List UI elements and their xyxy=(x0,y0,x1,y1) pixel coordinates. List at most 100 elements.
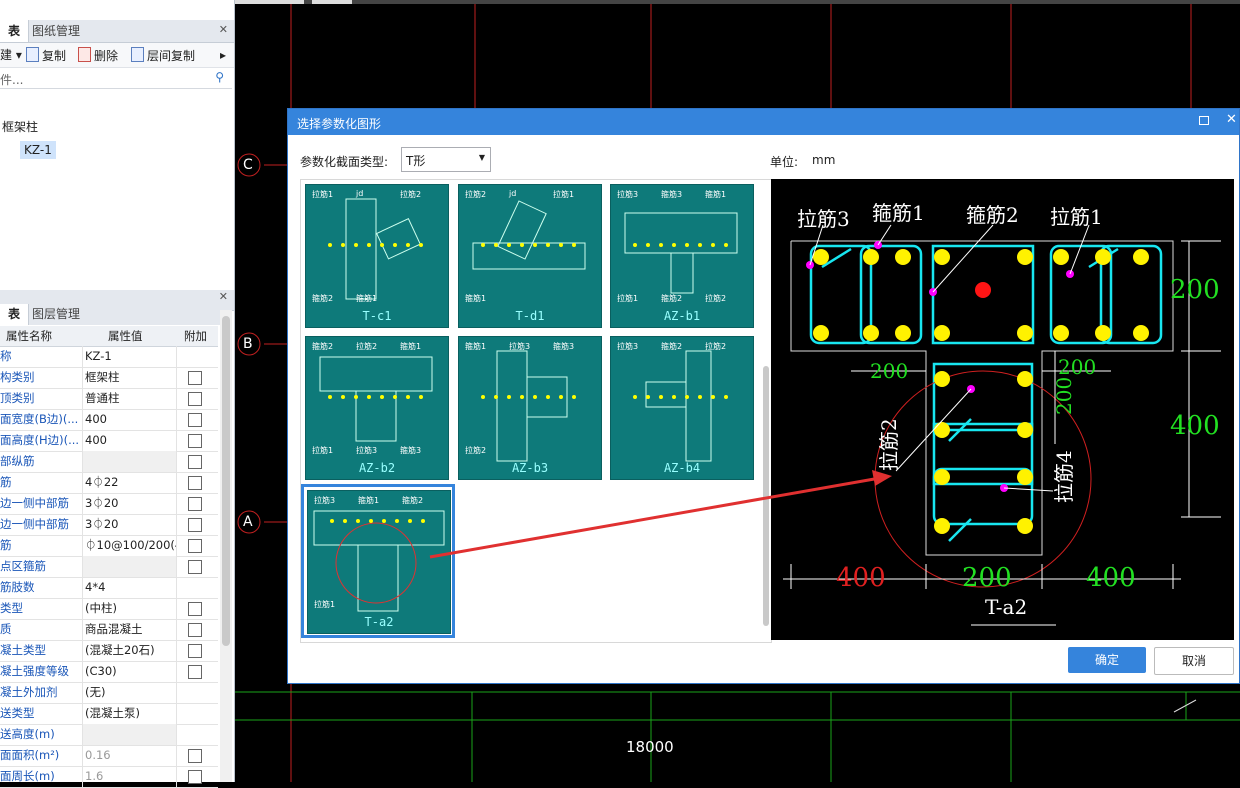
copy-button[interactable]: 复制 xyxy=(26,47,66,64)
thumbnail-az-b2[interactable]: AZ-b2 箍筋2 拉筋2 箍筋1 拉筋1 拉筋3 箍筋3 xyxy=(305,336,453,484)
cancel-button[interactable]: 取消 xyxy=(1154,647,1234,675)
prop-value[interactable]: KZ-1 xyxy=(82,346,177,367)
left-panel: 表 图纸管理 ✕ 建 ▾ 复制 删除 层间复制 ▸ 件... ⚲ 框架柱 KZ-… xyxy=(0,0,235,788)
prop-value[interactable]: 1.6 xyxy=(82,766,177,787)
prop-row[interactable]: 边一侧中部筋 3⏀20 xyxy=(0,514,218,536)
prop-value[interactable]: (中柱) xyxy=(82,598,177,619)
prop-row[interactable]: 筋 ⏀10@100/200(4 xyxy=(0,535,218,557)
copy-icon xyxy=(26,47,39,62)
prop-checkbox[interactable] xyxy=(188,476,202,490)
thumbnail-az-b1[interactable]: AZ-b1 拉筋3 箍筋3 箍筋1 拉筋1 箍筋2 拉筋2 xyxy=(610,184,758,332)
delete-button[interactable]: 删除 xyxy=(78,47,118,64)
prop-value[interactable]: (C30) xyxy=(82,661,177,682)
tree-group-frame-column[interactable]: 框架柱 xyxy=(2,118,38,135)
props-header: 属性名称 属性值 附加 xyxy=(0,326,218,347)
prop-row[interactable]: 点区箍筋 xyxy=(0,556,218,578)
prop-value[interactable]: 4*4 xyxy=(82,577,177,598)
prop-value[interactable]: (混凝土泵) xyxy=(82,703,177,724)
prop-value[interactable]: (无) xyxy=(82,682,177,703)
maximize-icon[interactable] xyxy=(1199,116,1209,125)
prop-row[interactable]: 凝土类型 (混凝土20石) xyxy=(0,640,218,662)
prop-checkbox[interactable] xyxy=(188,560,202,574)
prop-value[interactable]: 框架柱 xyxy=(82,367,177,388)
floor-copy-button[interactable]: 层间复制 xyxy=(131,47,195,64)
thumbnail-az-b4[interactable]: AZ-b4 拉筋3 箍筋2 拉筋2 xyxy=(610,336,758,484)
prop-value[interactable]: 3⏀20 xyxy=(82,493,177,514)
thumbnail-image: AZ-b4 拉筋3 箍筋2 拉筋2 xyxy=(610,336,754,480)
search-icon[interactable]: ⚲ xyxy=(215,70,224,84)
prop-value[interactable]: 商品混凝土 xyxy=(82,619,177,640)
prop-row[interactable]: 筋肢数 4*4 xyxy=(0,577,218,599)
prop-row[interactable]: 顶类别 普通柱 xyxy=(0,388,218,410)
prop-row[interactable]: 类型 (中柱) xyxy=(0,598,218,620)
prop-checkbox[interactable] xyxy=(188,749,202,763)
prop-value[interactable] xyxy=(82,556,177,577)
prop-value[interactable] xyxy=(82,451,177,472)
prop-value[interactable]: 400 xyxy=(82,409,177,430)
thumbnail-callout: 箍筋1 xyxy=(400,342,422,351)
thumbnail-callout: 拉筋1 xyxy=(314,600,336,609)
prop-checkbox[interactable] xyxy=(188,539,202,553)
prop-value[interactable]: 3⏀20 xyxy=(82,514,177,535)
prop-row[interactable]: 称 KZ-1 xyxy=(0,346,218,368)
prop-checkbox[interactable] xyxy=(188,413,202,427)
grid-scroll-thumb[interactable] xyxy=(763,366,769,626)
tab-drawing-management[interactable]: 图纸管理 xyxy=(24,20,88,42)
prop-row[interactable]: 送高度(m) xyxy=(0,724,218,746)
thumbnail-image: AZ-b3 箍筋1 拉筋3 箍筋3 拉筋2 xyxy=(458,336,602,480)
preview-dim-left-w: 200 xyxy=(870,359,909,383)
prop-row[interactable]: 送类型 (混凝土泵) xyxy=(0,703,218,725)
prop-checkbox[interactable] xyxy=(188,434,202,448)
prop-row[interactable]: 筋 4⏀22 xyxy=(0,472,218,494)
close-icon[interactable]: ✕ xyxy=(1226,112,1237,127)
props-scroll-thumb[interactable] xyxy=(222,316,230,646)
prop-row[interactable]: 部纵筋 xyxy=(0,451,218,473)
ok-button[interactable]: 确定 xyxy=(1068,647,1146,673)
search-input[interactable]: 件... xyxy=(0,71,23,88)
prop-row[interactable]: 面面积(m²) 0.16 xyxy=(0,745,218,767)
close-props-icon[interactable]: ✕ xyxy=(219,290,228,303)
prop-row[interactable]: 面宽度(B边)(... 400 xyxy=(0,409,218,431)
prop-row[interactable]: 面周长(m) 1.6 xyxy=(0,766,218,788)
prop-row[interactable]: 面高度(H边)(... 400 xyxy=(0,430,218,452)
prop-value[interactable]: 400 xyxy=(82,430,177,451)
thumbnail-callout: 箍筋2 xyxy=(312,294,334,303)
tab-layer-management[interactable]: 图层管理 xyxy=(24,304,88,325)
prop-checkbox[interactable] xyxy=(188,644,202,658)
thumbnail-callout: 箍筋1 xyxy=(356,294,378,303)
axis-label-c: C xyxy=(243,157,253,173)
prop-checkbox[interactable] xyxy=(188,455,202,469)
prop-extra-cell xyxy=(176,346,219,367)
prop-checkbox[interactable] xyxy=(188,518,202,532)
prop-name: 筋肢数 xyxy=(0,580,35,594)
prop-value[interactable] xyxy=(82,724,177,745)
prop-checkbox[interactable] xyxy=(188,602,202,616)
prop-row[interactable]: 质 商品混凝土 xyxy=(0,619,218,641)
thumbnail-t-d1[interactable]: T-d1 拉筋2 jd 拉筋1 箍筋1 xyxy=(458,184,606,332)
prop-checkbox[interactable] xyxy=(188,392,202,406)
close-icon[interactable]: ✕ xyxy=(219,23,228,36)
prop-checkbox[interactable] xyxy=(188,623,202,637)
prop-value[interactable]: ⏀10@100/200(4 xyxy=(82,535,177,556)
preview-dim-web-side: 200 xyxy=(1052,376,1076,415)
prop-row[interactable]: 凝土强度等级 (C30) xyxy=(0,661,218,683)
prop-checkbox[interactable] xyxy=(188,665,202,679)
prop-row[interactable]: 凝土外加剂 (无) xyxy=(0,682,218,704)
prop-row[interactable]: 构类别 框架柱 xyxy=(0,367,218,389)
prop-checkbox[interactable] xyxy=(188,497,202,511)
preview-dim-bottom-mid: 200 xyxy=(962,563,1012,593)
tree-item-kz1[interactable]: KZ-1 xyxy=(20,141,56,159)
section-type-select[interactable]: T形 ▼ xyxy=(401,147,491,172)
thumbnail-t-a2[interactable]: T-a2 拉筋3 箍筋1 箍筋2 拉筋1 xyxy=(301,484,455,638)
prop-row[interactable]: 边一侧中部筋 3⏀20 xyxy=(0,493,218,515)
thumbnail-t-c1[interactable]: T-c1 拉筋1 jd 拉筋2 箍筋2 箍筋1 xyxy=(305,184,453,332)
more-icon[interactable]: ▸ xyxy=(220,47,226,63)
thumbnail-az-b3[interactable]: AZ-b3 箍筋1 拉筋3 箍筋3 拉筋2 xyxy=(458,336,606,484)
prop-value[interactable]: 4⏀22 xyxy=(82,472,177,493)
component-search[interactable]: 件... ⚲ xyxy=(0,68,232,89)
prop-value[interactable]: 普通柱 xyxy=(82,388,177,409)
prop-checkbox[interactable] xyxy=(188,371,202,385)
prop-value[interactable]: 0.16 xyxy=(82,745,177,766)
new-button[interactable]: 建 ▾ xyxy=(0,47,22,63)
prop-value[interactable]: (混凝土20石) xyxy=(82,640,177,661)
